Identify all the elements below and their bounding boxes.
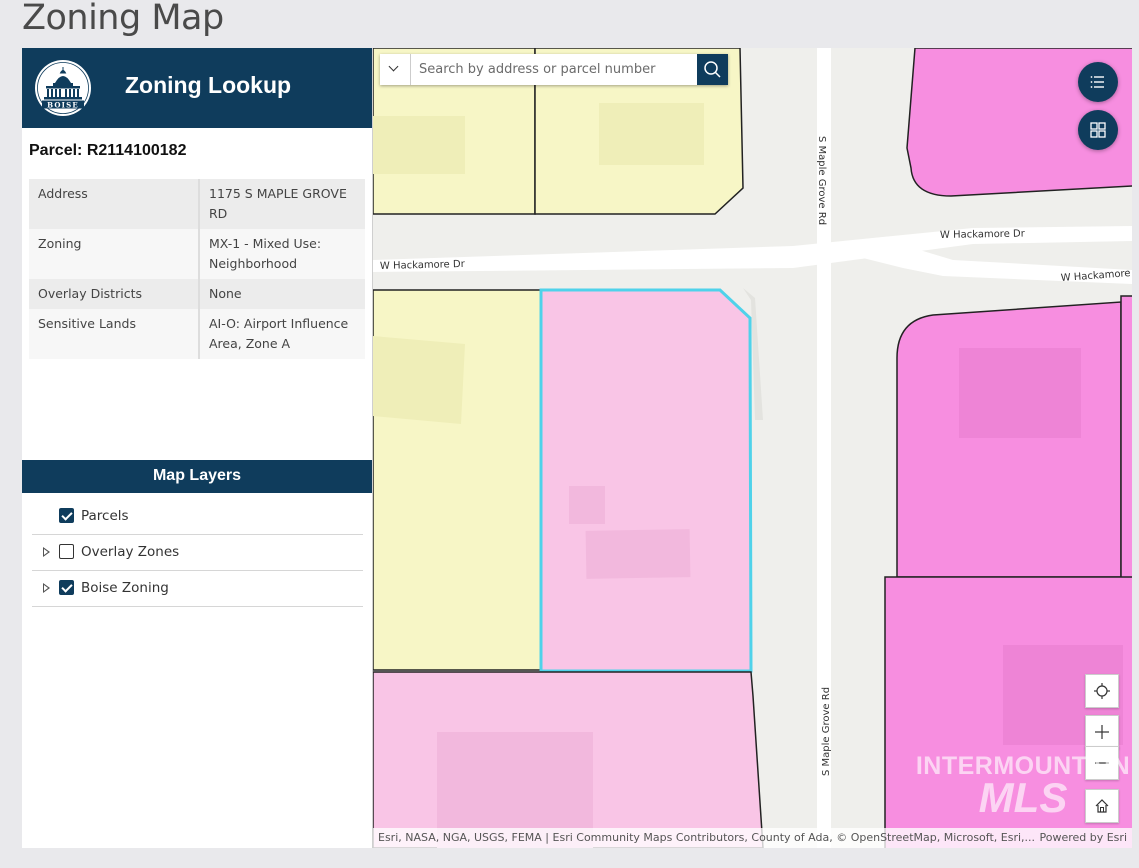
- street-label: S Maple Grove Rd: [821, 687, 832, 776]
- search-icon: [704, 61, 721, 78]
- attribute-key: Overlay Districts: [29, 279, 200, 309]
- layer-checkbox-overlay-zones[interactable]: [59, 544, 74, 559]
- attribute-row: Sensitive Lands AI-O: Airport Influence …: [29, 309, 365, 359]
- layer-item-parcels[interactable]: Parcels: [32, 499, 363, 535]
- mls-watermark: INTERMOUNTAIN MLS: [908, 752, 1132, 822]
- locate-button[interactable]: [1085, 674, 1119, 708]
- chevron-down-icon[interactable]: [380, 54, 411, 85]
- attribution-text: Esri, NASA, NGA, USGS, FEMA | Esri Commu…: [378, 831, 1036, 844]
- attribute-key: Address: [29, 179, 200, 229]
- layer-label: Parcels: [81, 508, 129, 524]
- parcel-attributes-table: Address 1175 S MAPLE GROVE RD Zoning MX-…: [29, 179, 365, 359]
- attribute-value: AI-O: Airport Influence Area, Zone A: [199, 309, 365, 359]
- expand-triangle-icon[interactable]: [43, 547, 50, 557]
- plus-icon: [1095, 725, 1109, 739]
- layer-checkbox-boise-zoning[interactable]: [59, 580, 74, 595]
- attribute-value: MX-1 - Mixed Use: Neighborhood: [199, 229, 365, 279]
- attribute-row: Zoning MX-1 - Mixed Use: Neighborhood: [29, 229, 365, 279]
- attribute-row: Address 1175 S MAPLE GROVE RD: [29, 179, 365, 229]
- crosshair-icon: [1094, 683, 1110, 699]
- list-icon: [1090, 76, 1104, 88]
- layer-item-overlay-zones[interactable]: Overlay Zones: [32, 535, 363, 571]
- boise-logo: BOISE: [35, 60, 91, 116]
- selected-parcel[interactable]: [539, 288, 753, 673]
- app-title: Zoning Lookup: [125, 72, 292, 98]
- expand-triangle-icon[interactable]: [43, 583, 50, 593]
- search-input[interactable]: [411, 54, 707, 85]
- street-label: W Hackamore Dr: [940, 229, 1026, 241]
- zoning-app: BOISE Zoning Lookup Parcel: R2114100182 …: [22, 48, 1132, 848]
- watermark-line2: MLS: [978, 774, 1068, 821]
- map-attribution: Esri, NASA, NGA, USGS, FEMA | Esri Commu…: [373, 828, 1132, 848]
- layer-label: Boise Zoning: [81, 580, 169, 596]
- attribute-key: Sensitive Lands: [29, 309, 200, 359]
- map-canvas[interactable]: W Hackamore Dr W Hackamore Dr W Hackamor…: [373, 48, 1132, 848]
- layer-item-boise-zoning[interactable]: Boise Zoning: [32, 571, 363, 607]
- attribute-value: 1175 S MAPLE GROVE RD: [199, 179, 365, 229]
- powered-by-link[interactable]: Powered by Esri: [1039, 828, 1127, 848]
- app-header: BOISE Zoning Lookup: [22, 48, 372, 128]
- grid-icon: [1090, 122, 1106, 138]
- search-button[interactable]: [697, 54, 728, 85]
- parcel-title: Parcel: R2114100182: [29, 142, 187, 159]
- map-view[interactable]: W Hackamore Dr W Hackamore Dr W Hackamor…: [372, 48, 1132, 848]
- basemap-gallery-button[interactable]: [1078, 110, 1118, 150]
- map-layers-header: Map Layers: [22, 460, 372, 493]
- attribute-value: None: [199, 279, 365, 309]
- zone-yellow-lower: [373, 289, 542, 671]
- street-label: W Hackamore Dr: [380, 259, 466, 272]
- legend-button[interactable]: [1078, 62, 1118, 102]
- attribute-key: Zoning: [29, 229, 200, 279]
- layer-label: Overlay Zones: [81, 544, 180, 560]
- zoom-in-button[interactable]: [1085, 715, 1119, 749]
- attribute-row: Overlay Districts None: [29, 279, 365, 309]
- street-label: S Maple Grove Rd: [816, 136, 827, 225]
- sidebar: BOISE Zoning Lookup Parcel: R2114100182 …: [22, 48, 372, 848]
- zone-light-pink-lower: [373, 671, 764, 848]
- layer-checkbox-parcels[interactable]: [59, 508, 74, 523]
- logo-wordmark: BOISE: [47, 101, 79, 110]
- page-title: Zoning Map: [22, 0, 224, 38]
- search-widget: [380, 54, 728, 85]
